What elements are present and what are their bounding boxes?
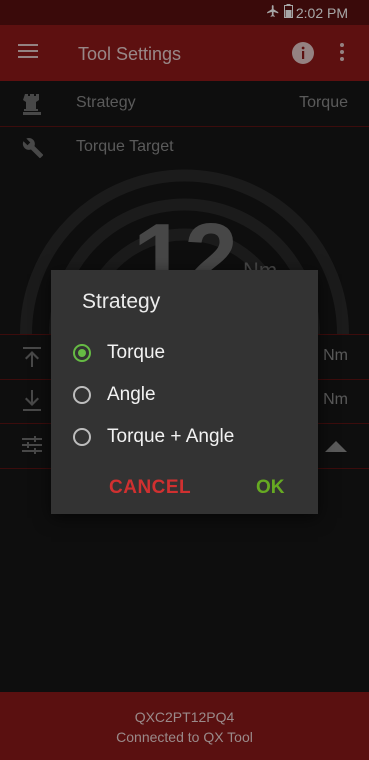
strategy-dialog: Strategy Torque Angle Torque + Angle CAN… xyxy=(51,270,318,514)
radio-torque-angle[interactable] xyxy=(73,428,91,446)
radio-torque[interactable] xyxy=(73,344,91,362)
option-torque-angle-label: Torque + Angle xyxy=(107,426,235,447)
option-angle-label: Angle xyxy=(107,384,156,405)
option-torque[interactable]: Torque xyxy=(51,336,318,374)
option-torque-label: Torque xyxy=(107,342,166,363)
footer-connection-bar: QXC2PT12PQ4 Connected to QX Tool xyxy=(0,692,369,760)
option-angle[interactable]: Angle xyxy=(51,378,318,416)
radio-angle[interactable] xyxy=(73,386,91,404)
device-id: QXC2PT12PQ4 xyxy=(134,709,235,725)
dialog-title: Strategy xyxy=(82,290,161,313)
option-torque-angle[interactable]: Torque + Angle xyxy=(51,420,318,458)
connection-status: Connected to QX Tool xyxy=(116,729,253,745)
cancel-button[interactable]: CANCEL xyxy=(109,477,191,499)
ok-button[interactable]: OK xyxy=(256,477,285,499)
